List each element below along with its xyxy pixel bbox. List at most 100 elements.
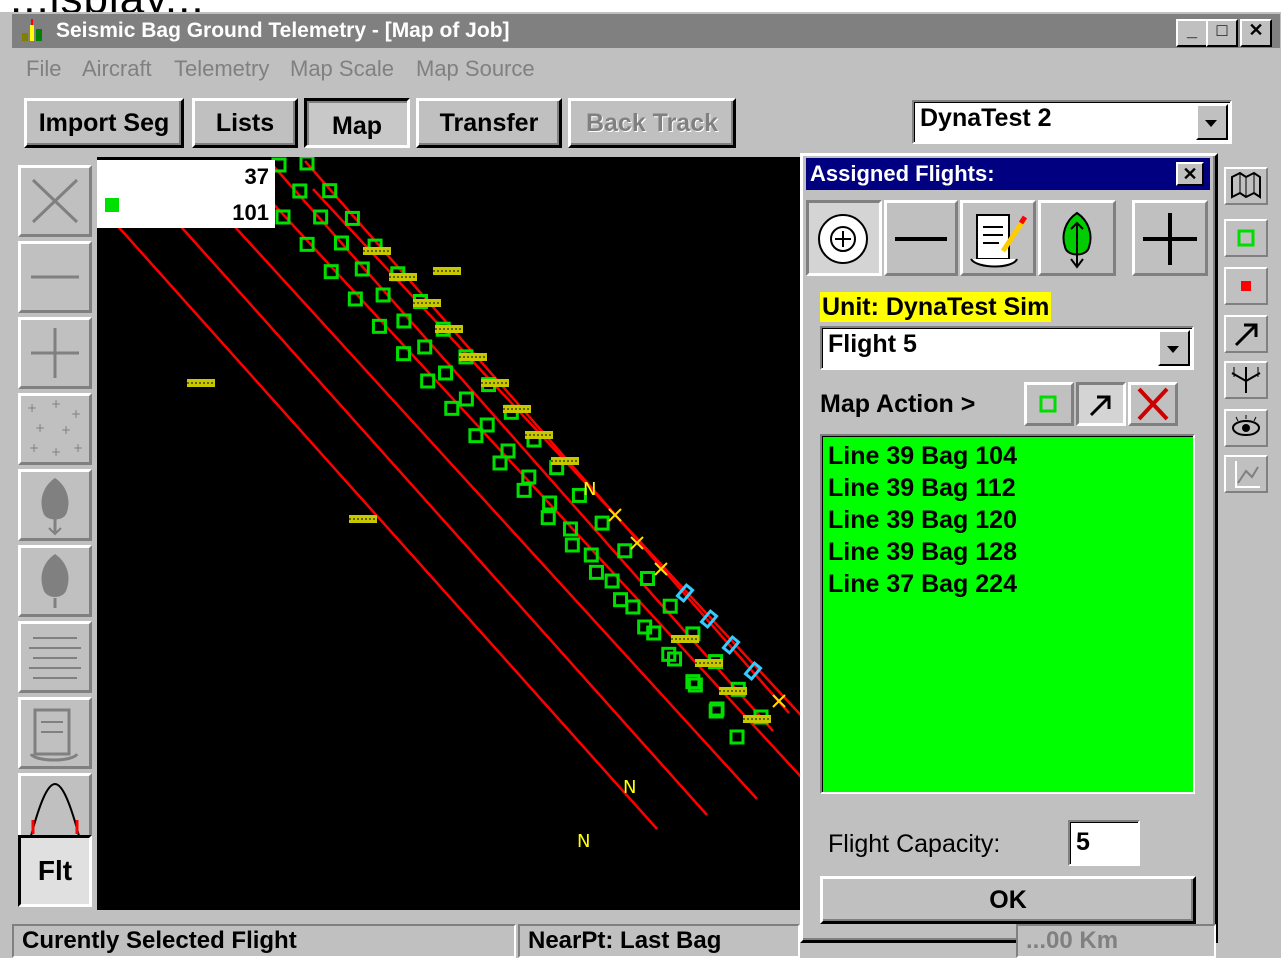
scatter-tool-button[interactable]: + + + + + + + +: [18, 393, 92, 465]
view-button[interactable]: [1224, 409, 1268, 447]
bag-marker: [613, 592, 629, 608]
add-tool-button[interactable]: [18, 317, 92, 389]
svg-text:+: +: [29, 441, 39, 455]
bag-list[interactable]: Line 39 Bag 104 Line 39 Bag 112 Line 39 …: [820, 434, 1195, 794]
antenna-icon: [1231, 367, 1261, 393]
scroll-icon: [29, 708, 79, 762]
map-button[interactable]: Map: [304, 98, 410, 148]
legend-bottom-value: 101: [232, 200, 269, 225]
flight-notes-button[interactable]: [960, 200, 1036, 276]
status-near-point: NearPt: Last Bag: [518, 924, 800, 958]
lines-icon: [29, 637, 81, 679]
background-text: ...isplay...: [10, 0, 205, 12]
chevron-down-icon[interactable]: [1158, 330, 1190, 366]
arrow-icon: [1234, 323, 1258, 347]
map-action-bag-button[interactable]: [1024, 382, 1074, 426]
eye-icon: [1232, 415, 1260, 436]
menu-aircraft[interactable]: Aircraft: [82, 56, 152, 82]
green-square-icon: [1039, 395, 1057, 413]
background-strip: ...isplay...: [0, 0, 1281, 12]
flight-capacity-label: Flight Capacity:: [828, 830, 1001, 858]
bag-icon: [41, 554, 69, 608]
scroll-pencil-icon: [970, 214, 1028, 268]
status-distance: ...00 Km: [1016, 924, 1216, 958]
arrow-tool-button[interactable]: [1224, 315, 1268, 353]
unit-label: Unit: DynaTest Sim: [820, 292, 1052, 322]
chevron-down-icon[interactable]: [1196, 104, 1228, 140]
list-item[interactable]: Line 39 Bag 112: [828, 474, 1016, 503]
crosshair-icon: [818, 214, 868, 264]
flt-button[interactable]: Flt: [18, 835, 92, 907]
notes-tool-button[interactable]: [18, 697, 92, 769]
import-seg-button[interactable]: Import Seg: [24, 98, 184, 148]
bag-marker: [594, 515, 610, 531]
dialog-title-bar: Assigned Flights: ✕: [806, 158, 1210, 190]
show-points-button[interactable]: [1224, 267, 1268, 305]
right-toolbar: [1218, 157, 1280, 910]
bag-marker: [588, 564, 604, 580]
map-north-marker: N: [577, 831, 590, 852]
legend-bag-swatch: [105, 198, 119, 212]
cyan-marker: [699, 608, 719, 630]
graph-button[interactable]: [1224, 455, 1268, 493]
window-title: Seismic Bag Ground Telemetry - [Map of J…: [56, 19, 510, 42]
menu-telemetry[interactable]: Telemetry: [174, 56, 269, 82]
antenna-button[interactable]: [1224, 361, 1268, 399]
svg-text:+: +: [51, 445, 61, 459]
unit-dropdown[interactable]: DynaTest 2: [912, 100, 1232, 144]
bag-tool-button[interactable]: [18, 545, 92, 617]
ok-button[interactable]: OK: [820, 876, 1196, 924]
bag-marker: [492, 455, 508, 471]
list-item[interactable]: Line 37 Bag 224: [828, 570, 1017, 599]
bag-marker: [625, 599, 641, 615]
menu-bar: File Aircraft Telemetry Map Scale Map So…: [12, 50, 1280, 88]
list-item[interactable]: Line 39 Bag 120: [828, 506, 1017, 535]
flight-dropdown[interactable]: Flight 5: [820, 326, 1194, 370]
menu-file[interactable]: File: [26, 56, 61, 82]
target-button[interactable]: [806, 200, 882, 276]
menu-map-scale[interactable]: Map Scale: [290, 56, 394, 82]
legend-top-value: 37: [244, 164, 269, 189]
close-button[interactable]: ✕: [1240, 19, 1272, 47]
title-bar: Seismic Bag Ground Telemetry - [Map of J…: [12, 14, 1280, 48]
remove-tool-button[interactable]: [18, 241, 92, 313]
bag-marker: [458, 391, 474, 407]
svg-text:+: +: [27, 401, 37, 415]
map-view-button[interactable]: [1224, 167, 1268, 205]
bag-marker: [516, 482, 532, 498]
delete-tool-button[interactable]: [18, 165, 92, 237]
status-selected-flight: Curently Selected Flight: [12, 924, 516, 958]
lines-tool-button[interactable]: [18, 621, 92, 693]
map-action-arrow-button[interactable]: [1076, 382, 1126, 426]
show-bags-button[interactable]: [1224, 219, 1268, 257]
map-action-label: Map Action >: [820, 390, 976, 418]
map-north-marker: N: [583, 479, 596, 500]
svg-text:+: +: [51, 397, 61, 411]
flight-dropdown-value: Flight 5: [828, 330, 917, 358]
maximize-button[interactable]: □: [1206, 19, 1238, 47]
menu-map-source[interactable]: Map Source: [416, 56, 535, 82]
transfer-button[interactable]: Transfer: [416, 98, 562, 148]
dialog-title: Assigned Flights:: [810, 161, 995, 186]
list-item[interactable]: Line 39 Bag 128: [828, 538, 1017, 567]
back-track-button[interactable]: Back Track: [568, 98, 736, 148]
lists-button[interactable]: Lists: [192, 98, 298, 148]
dialog-close-button[interactable]: ✕: [1176, 162, 1204, 186]
flight-arc-icon: [30, 782, 80, 837]
add-flight-button[interactable]: [1132, 200, 1208, 276]
flight-capacity-input[interactable]: 5: [1068, 820, 1140, 866]
bag-drop-flight-button[interactable]: [1038, 200, 1116, 276]
green-bag-icon: [1062, 211, 1092, 269]
map-action-delete-button[interactable]: [1128, 382, 1178, 426]
minimize-button[interactable]: _: [1176, 19, 1208, 47]
seismic-line: [214, 204, 758, 800]
bag-drop-button[interactable]: [18, 469, 92, 541]
bag-marker: [564, 537, 580, 553]
bag-marker: [540, 510, 556, 526]
map-legend: 37 101: [97, 160, 275, 228]
list-item[interactable]: Line 39 Bag 104: [828, 442, 1017, 471]
bag-marker: [729, 729, 745, 745]
map-fold-icon: [1231, 171, 1261, 199]
remove-flight-button[interactable]: [884, 200, 958, 276]
bag-marker: [444, 400, 460, 416]
